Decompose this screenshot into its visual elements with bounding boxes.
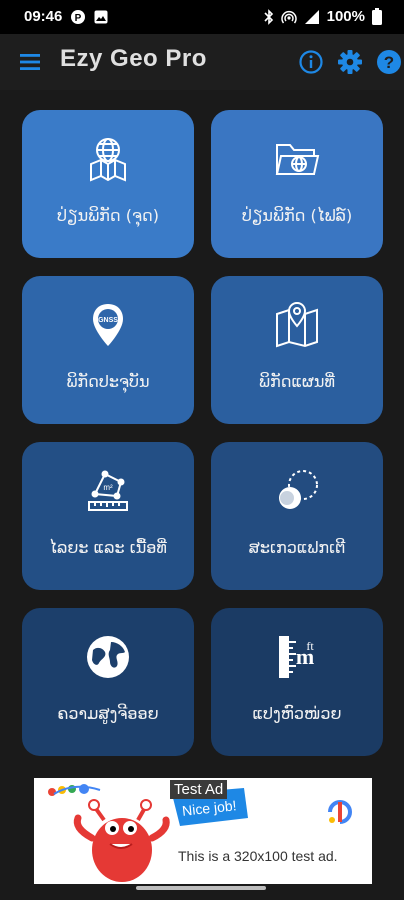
app-bar: Ezy Geo Pro ?	[0, 34, 404, 90]
tile-distance-area[interactable]: m² ໄລຍະ ແລະ ເນື້ອທີ່	[22, 442, 194, 590]
earth-icon	[22, 632, 194, 682]
svg-text:GNSS: GNSS	[98, 317, 118, 324]
map-pin-icon	[211, 300, 383, 350]
test-ad-badge: Test Ad	[170, 780, 228, 799]
settings-icon[interactable]	[337, 49, 363, 75]
bluetooth-icon	[264, 8, 274, 25]
tile-label: ໄລຍະ ແລະ ເນື້ອທີ່	[49, 538, 167, 557]
menu-icon[interactable]	[18, 50, 42, 74]
tile-label: ຄວາມສູງຈີອອຍ	[57, 704, 159, 723]
status-bar: 09:46 P 100%	[0, 0, 404, 34]
tile-map-coordinates[interactable]: ພິກັດແຜນທີ່	[211, 276, 383, 424]
hotspot-icon	[280, 9, 297, 25]
image-notification-icon	[94, 10, 108, 24]
gesture-nav-handle[interactable]	[136, 886, 266, 890]
tile-label: ພິກັດແຜນທີ່	[259, 372, 335, 391]
unit-ruler-icon: m ft	[211, 632, 383, 682]
status-time: 09:46	[24, 8, 63, 25]
app-notification-icon: P	[70, 9, 86, 25]
ad-banner[interactable]: Nice job! This is a 320x100 test ad. Tes…	[34, 778, 372, 884]
tile-current-position[interactable]: GNSS ພິກັດປະຈຸບັນ	[22, 276, 194, 424]
tile-label: ພິກັດປະຈຸບັນ	[66, 372, 150, 391]
tile-label: ປ່ຽນພິກັດ (ຈຸດ)	[57, 206, 159, 225]
svg-text:m²: m²	[103, 483, 113, 492]
svg-text:ft: ft	[306, 639, 314, 653]
ad-text: This is a 320x100 test ad.	[178, 848, 338, 864]
scale-factor-icon	[211, 466, 383, 516]
measure-area-icon: m²	[22, 466, 194, 516]
tile-geoid-height[interactable]: ຄວາມສູງຈີອອຍ	[22, 608, 194, 756]
globe-map-icon	[22, 134, 194, 184]
tile-label: ແປງຫົວໜ່ວຍ	[252, 704, 342, 723]
gnss-pin-icon: GNSS	[22, 300, 194, 350]
tile-label: ສະເກວແຟກເຕີ	[248, 538, 346, 557]
help-icon[interactable]: ?	[376, 49, 402, 75]
tile-scale-factor[interactable]: ສະເກວແຟກເຕີ	[211, 442, 383, 590]
tile-label: ປ່ຽນພິກັດ (ໄຟລ໌)	[241, 206, 353, 225]
svg-text:P: P	[75, 13, 82, 24]
battery-percent: 100%	[326, 8, 365, 25]
menu-grid: ປ່ຽນພິກັດ (ຈຸດ) ປ່ຽນພິກັດ (ໄຟລ໌) GNSS ພິ…	[0, 90, 404, 790]
info-icon[interactable]	[298, 49, 324, 75]
svg-text:?: ?	[384, 53, 394, 72]
tile-convert-point[interactable]: ປ່ຽນພິກັດ (ຈຸດ)	[22, 110, 194, 258]
app-title: Ezy Geo Pro	[60, 45, 207, 72]
folder-globe-icon	[211, 134, 383, 184]
battery-icon	[372, 8, 382, 25]
tile-convert-file[interactable]: ປ່ຽນພິກັດ (ໄຟລ໌)	[211, 110, 383, 258]
tile-unit-conversion[interactable]: m ft ແປງຫົວໜ່ວຍ	[211, 608, 383, 756]
signal-icon	[304, 9, 320, 25]
